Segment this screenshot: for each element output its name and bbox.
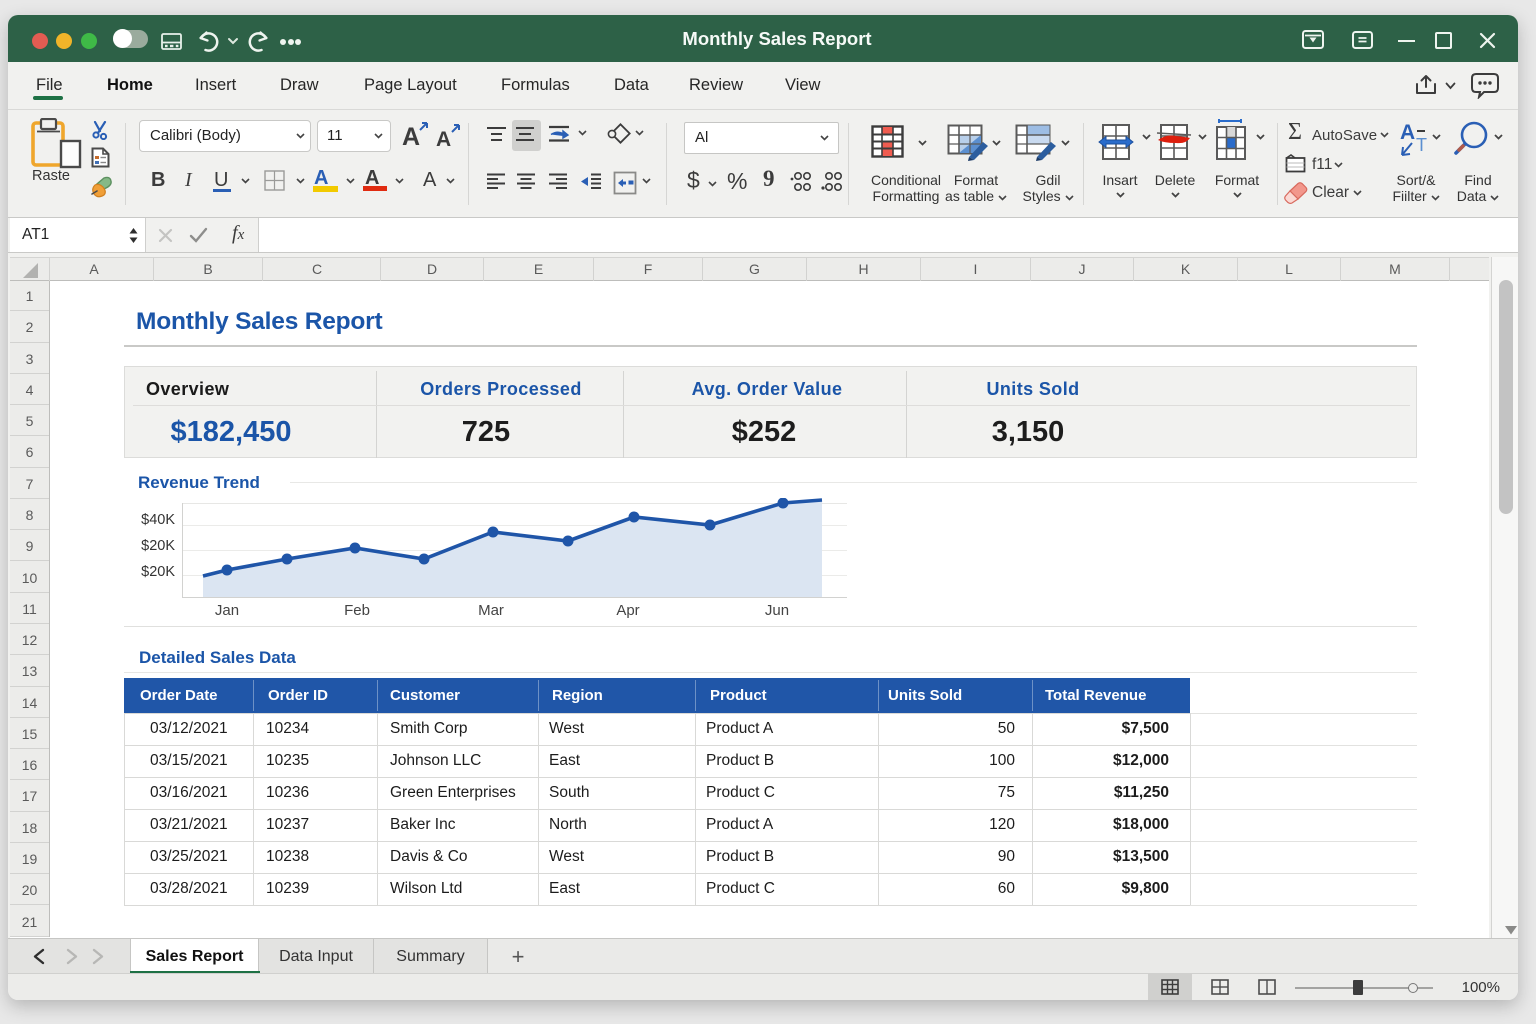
svg-text:A: A	[1400, 121, 1415, 144]
svg-text:T: T	[1416, 135, 1427, 155]
